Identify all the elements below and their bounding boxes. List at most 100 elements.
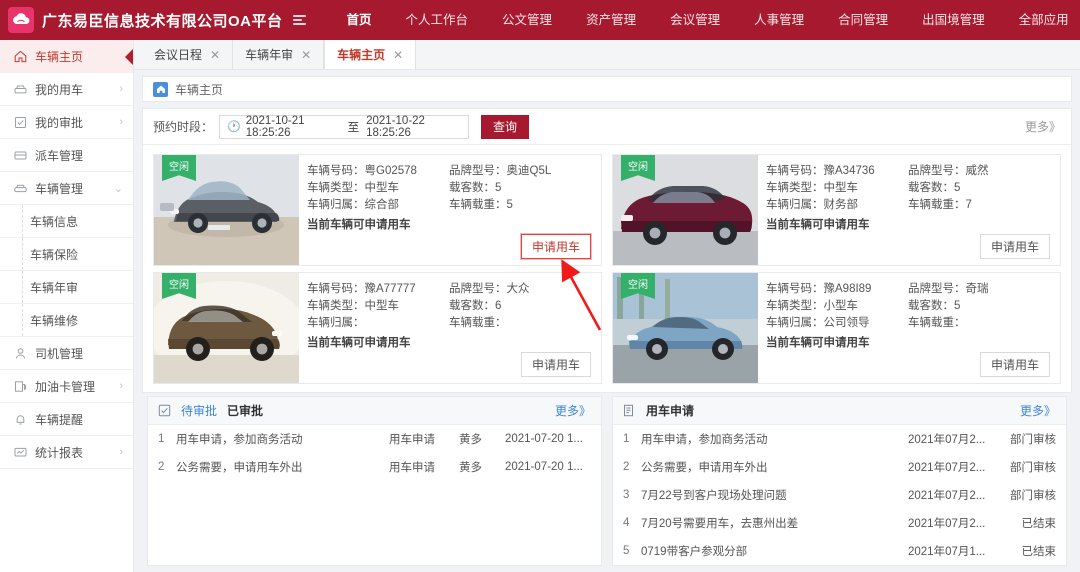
vehicle-dept-label: 车辆归属：: [307, 199, 365, 211]
sidebar-subitem-vehicle-repair[interactable]: 车辆维修: [0, 304, 133, 337]
row-title: 公务需要，申请用车外出: [641, 462, 768, 474]
car-icon: [12, 182, 28, 195]
list-item[interactable]: 2 公务需要，申请用车外出 2021年07月2... 部门审核: [613, 453, 1066, 481]
sidebar-subitem-vehicle-info[interactable]: 车辆信息: [0, 205, 133, 238]
sidebar-item-vehicle-home[interactable]: 车辆主页: [0, 40, 133, 73]
vehicle-type-value: 中型车: [364, 300, 400, 312]
main-content: 会议日程 ✕ 车辆年审 ✕ 车辆主页 ✕ 车辆主页 预约时段： 🕐 2021-1…: [134, 40, 1080, 572]
volkswagen-tiguan-brown-suv-photo: 空闲: [154, 273, 299, 383]
vehicle-seats-row: 载客数：6: [449, 298, 591, 315]
vehicle-status-text: 当前车辆可申请用车: [766, 219, 870, 231]
list-item[interactable]: 1 用车申请，参加商务活动 2021年07月2... 部门审核: [613, 425, 1066, 453]
apply-vehicle-button[interactable]: 申请用车: [520, 352, 591, 377]
row-state: 部门审核: [1010, 490, 1056, 502]
vehicle-plate-label: 车辆号码：: [307, 283, 365, 295]
sidebar-item-statistics-report[interactable]: 统计报表 ›: [0, 436, 133, 469]
sidebar-item-fuel-card-management[interactable]: 加油卡管理 ›: [0, 370, 133, 403]
vehicle-card[interactable]: 空闲 车辆号码：豫A98I89 车辆类型：小型车 车辆归属：公司领导 品牌型号：…: [612, 272, 1061, 384]
more-link-top[interactable]: 更多》: [1025, 118, 1061, 135]
row-state: 已结束: [1021, 518, 1057, 530]
vehicle-brand-label: 品牌型号：: [908, 283, 966, 295]
tab-pending-approval[interactable]: 待审批: [181, 402, 217, 419]
topnav-item-contract[interactable]: 合同管理: [821, 0, 905, 40]
list-item[interactable]: 4 7月20号需要用车，去惠州出差 2021年07月2... 已结束: [613, 509, 1066, 537]
vehicle-card[interactable]: 空闲 车辆号码：粤G02578 车辆类型：中型车 车辆归属：综合部 品牌型号：奥…: [153, 154, 602, 266]
sidebar-item-vehicle-management[interactable]: 车辆管理 ⌄: [0, 172, 133, 205]
tab-vehicle-annual-inspection[interactable]: 车辆年审 ✕: [233, 40, 325, 69]
vehicle-type-label: 车辆类型：: [307, 300, 365, 312]
sidebar-subitem-vehicle-annual-inspection[interactable]: 车辆年审: [0, 271, 133, 304]
vehicle-load-row: 车辆载重：: [908, 315, 1050, 332]
sidebar-item-my-vehicle-use[interactable]: 我的用车 ›: [0, 73, 133, 106]
cloud-logo-icon[interactable]: [8, 7, 34, 33]
check-box-icon: [12, 116, 28, 129]
driver-icon: [12, 347, 28, 360]
apply-vehicle-button[interactable]: 申请用车: [520, 234, 591, 259]
request-more-link[interactable]: 更多》: [1020, 402, 1056, 419]
request-panel-header: 用车申请 更多》: [613, 397, 1066, 425]
sidebar-item-vehicle-reminder[interactable]: 车辆提醒: [0, 403, 133, 436]
close-icon[interactable]: ✕: [301, 48, 311, 62]
sidebar-subitem-vehicle-insurance[interactable]: 车辆保险: [0, 238, 133, 271]
vehicle-status-text: 当前车辆可申请用车: [307, 337, 411, 349]
apply-vehicle-button[interactable]: 申请用车: [979, 234, 1050, 259]
topnav-item-meeting[interactable]: 会议管理: [653, 0, 737, 40]
buick-gl8-maroon-mpv-photo: 空闲: [613, 155, 758, 265]
vehicle-plate-value: 豫A98I89: [823, 283, 872, 295]
close-icon[interactable]: ✕: [393, 48, 403, 62]
tab-vehicle-home[interactable]: 车辆主页 ✕: [324, 40, 417, 69]
close-icon[interactable]: ✕: [210, 48, 220, 62]
audi-q5l-grey-suv-photo: 空闲: [154, 155, 299, 265]
tab-completed-approval[interactable]: 已审批: [227, 402, 263, 419]
vehicle-dept-row: 车辆归属：: [307, 315, 449, 332]
vehicle-load-row: 车辆载重：7: [908, 197, 1050, 214]
vehicle-card[interactable]: 空闲 车辆号码：豫A77777 车辆类型：中型车 车辆归属： 品牌型号：大众 载…: [153, 272, 602, 384]
vehicle-info: 车辆号码：豫A77777 车辆类型：中型车 车辆归属： 品牌型号：大众 载客数：…: [299, 273, 601, 383]
vehicle-info: 车辆号码：粤G02578 车辆类型：中型车 车辆归属：综合部 品牌型号：奥迪Q5…: [299, 155, 601, 265]
approval-more-link[interactable]: 更多》: [555, 402, 591, 419]
page-title: 广东易臣信息技术有限公司OA平台: [42, 12, 283, 30]
topnav-item-workbench[interactable]: 个人工作台: [389, 0, 486, 40]
sidebar-subitem-label: 车辆保险: [30, 247, 79, 262]
row-index: 2: [158, 461, 165, 473]
apply-vehicle-button[interactable]: 申请用车: [979, 352, 1050, 377]
topnav-item-hr[interactable]: 人事管理: [737, 0, 821, 40]
tab-meeting-schedule[interactable]: 会议日程 ✕: [142, 40, 234, 69]
vehicle-info: 车辆号码：豫A34736 车辆类型：中型车 车辆归属：财务部 品牌型号：威然 载…: [758, 155, 1060, 265]
vehicle-load-label: 车辆载重：: [908, 317, 966, 329]
vehicle-brand-value: 大众: [506, 283, 530, 295]
row-state: 部门审核: [1010, 462, 1056, 474]
list-item[interactable]: 1 用车申请，参加商务活动 用车申请 黄多 2021-07-20 1...: [148, 425, 601, 453]
vehicle-brand-row: 品牌型号：奥迪Q5L: [449, 163, 591, 180]
vehicle-dept-label: 车辆归属：: [766, 317, 824, 329]
topnav-item-asset[interactable]: 资产管理: [569, 0, 653, 40]
vehicle-type-row: 车辆类型：中型车: [766, 180, 908, 197]
row-index: 2: [623, 461, 630, 473]
vehicle-plate-row: 车辆号码：豫A34736: [766, 163, 908, 180]
vehicle-plate-row: 车辆号码：豫A77777: [307, 281, 449, 298]
topnav-item-home[interactable]: 首页: [330, 0, 389, 40]
query-button[interactable]: 查询: [481, 114, 530, 139]
date-range-input[interactable]: 🕐 2021-10-21 18:25:26 至 2021-10-22 18:25…: [219, 114, 470, 139]
sidebar-item-dispatch-management[interactable]: 派车管理: [0, 139, 133, 172]
list-item[interactable]: 2 公务需要，申请用车外出 用车申请 黄多 2021-07-20 1...: [148, 453, 601, 481]
topnav-item-all-apps[interactable]: 全部应用: [1002, 0, 1080, 40]
row-user: 黄多: [459, 434, 482, 446]
list-item[interactable]: 5 0719带客户参观分部 2021年07月1... 已结束: [613, 537, 1066, 565]
row-state: 已结束: [1021, 546, 1057, 558]
sidebar-item-my-approval[interactable]: 我的审批 ›: [0, 106, 133, 139]
vehicle-type-value: 小型车: [823, 300, 859, 312]
menu-collapse-icon[interactable]: [292, 15, 306, 25]
topnav-item-travel-abroad[interactable]: 出国境管理: [905, 0, 1002, 40]
row-index: 3: [623, 489, 630, 501]
vehicle-card-cell: 空闲 车辆号码：豫A34736 车辆类型：中型车 车辆归属：财务部 品牌型号：威…: [607, 151, 1066, 269]
sidebar-item-driver-management[interactable]: 司机管理: [0, 337, 133, 370]
home-icon: [12, 50, 28, 63]
topnav-item-document[interactable]: 公文管理: [485, 0, 569, 40]
vehicle-brand-value: 奇瑞: [965, 283, 989, 295]
vehicle-plate-label: 车辆号码：: [766, 283, 824, 295]
row-title: 用车申请，参加商务活动: [176, 434, 303, 446]
vehicle-seats-row: 载客数：5: [908, 180, 1050, 197]
vehicle-card[interactable]: 空闲 车辆号码：豫A34736 车辆类型：中型车 车辆归属：财务部 品牌型号：威…: [612, 154, 1061, 266]
list-item[interactable]: 3 7月22号到客户现场处理问题 2021年07月2... 部门审核: [613, 481, 1066, 509]
